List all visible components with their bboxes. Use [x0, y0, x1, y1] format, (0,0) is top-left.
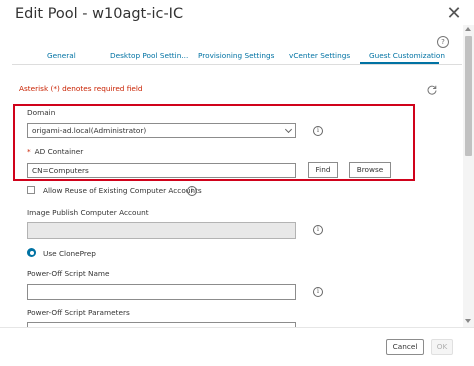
image-publish-label: Image Publish Computer Account — [27, 208, 149, 217]
power-off-script-name-label: Power-Off Script Name — [27, 269, 110, 278]
ad-container-label: * AD Container — [27, 147, 83, 156]
ok-button[interactable]: OK — [431, 339, 453, 355]
allow-reuse-info-icon[interactable]: i — [187, 186, 197, 196]
tab-vcenter-settings[interactable]: vCenter Settings — [289, 51, 350, 60]
domain-label: Domain — [27, 108, 56, 117]
ad-container-value: CN=Computers — [32, 166, 89, 175]
edit-pool-dialog: Edit Pool - w10agt-ic-IC ✕ ? General Des… — [0, 0, 474, 366]
power-off-script-params-label: Power-Off Script Parameters — [27, 308, 130, 317]
tab-provisioning-settings[interactable]: Provisioning Settings — [198, 51, 274, 60]
footer-divider — [0, 327, 474, 328]
required-field-note: Asterisk (*) denotes required field — [19, 84, 143, 93]
use-cloneprep-radio[interactable] — [27, 248, 36, 257]
tab-guest-customization[interactable]: Guest Customization — [369, 51, 445, 60]
refresh-icon[interactable] — [426, 84, 438, 96]
browse-button[interactable]: Browse — [349, 162, 391, 178]
active-tab-indicator — [360, 62, 439, 64]
close-icon[interactable]: ✕ — [446, 5, 462, 23]
dialog-title: Edit Pool - w10agt-ic-IC — [15, 6, 184, 22]
find-button[interactable]: Find — [308, 162, 338, 178]
tab-divider — [12, 64, 462, 65]
allow-reuse-label: Allow Reuse of Existing Computer Account… — [43, 186, 202, 195]
image-publish-info-icon[interactable]: i — [313, 225, 323, 235]
ad-container-input[interactable]: CN=Computers — [27, 163, 296, 178]
use-cloneprep-label: Use ClonePrep — [43, 249, 96, 258]
scroll-up-arrow-icon[interactable] — [465, 27, 471, 31]
domain-select-value: origami-ad.local(Administrator) — [32, 126, 147, 135]
tab-desktop-pool-settings[interactable]: Desktop Pool Settin... — [110, 51, 188, 60]
tab-general[interactable]: General — [47, 51, 76, 60]
chevron-down-icon — [284, 125, 293, 134]
allow-reuse-checkbox[interactable] — [27, 186, 35, 194]
cancel-button[interactable]: Cancel — [386, 339, 424, 355]
power-off-script-name-input[interactable] — [27, 284, 296, 300]
required-marker: * — [27, 147, 31, 156]
domain-info-icon[interactable]: i — [313, 126, 323, 136]
tab-bar: General Desktop Pool Settin... Provision… — [0, 45, 462, 65]
ad-container-label-text: AD Container — [34, 147, 84, 156]
image-publish-input — [27, 222, 296, 239]
scroll-down-arrow-icon[interactable] — [465, 319, 471, 323]
scrollbar-thumb[interactable] — [465, 36, 472, 156]
power-off-script-name-info-icon[interactable]: i — [313, 287, 323, 297]
domain-select[interactable]: origami-ad.local(Administrator) — [27, 123, 296, 138]
